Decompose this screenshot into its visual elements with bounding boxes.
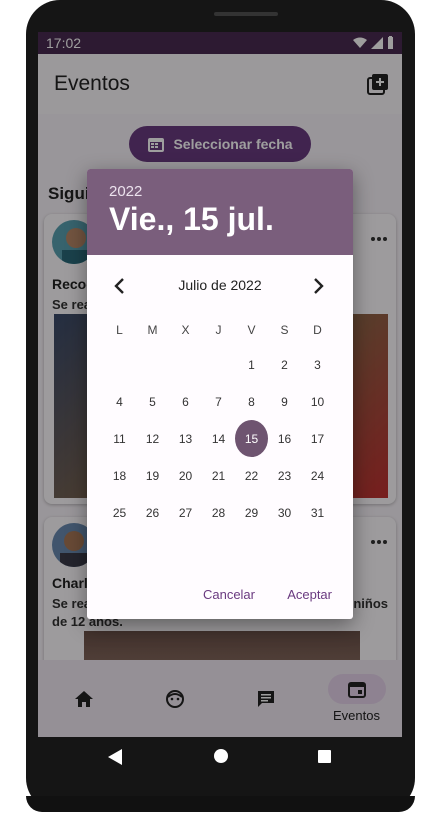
calendar-day-label: 18	[112, 468, 127, 483]
calendar-day-label: 24	[310, 468, 325, 483]
calendar-day[interactable]: 11	[103, 420, 136, 457]
calendar-day[interactable]: 8	[235, 383, 268, 420]
calendar-day[interactable]: 15	[235, 420, 268, 457]
back-icon[interactable]	[108, 749, 122, 765]
calendar-day-label: 7	[215, 394, 222, 409]
calendar-day[interactable]: 24	[301, 457, 334, 494]
weekday-label: J	[215, 323, 222, 337]
weekday-label: D	[313, 323, 322, 337]
weekday-label: L	[116, 323, 123, 337]
calendar-day-label: 3	[314, 357, 321, 372]
system-navigation-bar	[38, 737, 402, 777]
calendar-day-label: 31	[310, 505, 325, 520]
calendar-day-label: 22	[244, 468, 259, 483]
calendar-day-label: 26	[145, 505, 160, 520]
calendar-day-label: 17	[310, 431, 325, 446]
calendar-day-label: 2	[281, 357, 288, 372]
calendar-day[interactable]: 16	[268, 420, 301, 457]
calendar-day[interactable]: 9	[268, 383, 301, 420]
calendar-day-label: 25	[112, 505, 127, 520]
calendar-day[interactable]: 2	[268, 346, 301, 383]
calendar-day-label: 19	[145, 468, 160, 483]
phone-bottom-edge	[26, 796, 415, 812]
calendar-day[interactable]: 6	[169, 383, 202, 420]
calendar-day-label: 30	[277, 505, 292, 520]
calendar-day[interactable]: 30	[268, 494, 301, 531]
calendar-day[interactable]: 25	[103, 494, 136, 531]
dialog-actions: Cancelar Aceptar	[87, 583, 353, 609]
calendar-day-label: 6	[182, 394, 189, 409]
calendar-day-label: 5	[149, 394, 156, 409]
calendar-day[interactable]: 23	[268, 457, 301, 494]
weekday-label: V	[247, 323, 256, 337]
calendar-day-label: 1	[248, 357, 255, 372]
year-label[interactable]: 2022	[109, 183, 142, 200]
calendar-week: 4 5 6 7 8 9 10	[103, 383, 334, 420]
calendar-day[interactable]: 29	[235, 494, 268, 531]
weekday-label: S	[280, 323, 289, 337]
calendar-empty-cell	[202, 346, 235, 383]
calendar-day-label: 28	[211, 505, 226, 520]
chevron-right-icon[interactable]	[307, 275, 329, 297]
calendar-day[interactable]: 4	[103, 383, 136, 420]
date-picker-header: 2022 Vie., 15 jul.	[87, 169, 353, 255]
calendar-day[interactable]: 7	[202, 383, 235, 420]
calendar-day[interactable]: 10	[301, 383, 334, 420]
calendar-day-label: 15	[235, 420, 268, 457]
calendar-day[interactable]: 12	[136, 420, 169, 457]
calendar-day[interactable]: 18	[103, 457, 136, 494]
weekday-label: M	[147, 323, 158, 337]
calendar-week: 1 2 3	[103, 346, 334, 383]
month-navigation: Julio de 2022	[87, 273, 353, 299]
calendar-day[interactable]: 3	[301, 346, 334, 383]
weekday-label: X	[181, 323, 190, 337]
calendar-day[interactable]: 14	[202, 420, 235, 457]
calendar-day[interactable]: 5	[136, 383, 169, 420]
home-button[interactable]	[214, 749, 228, 763]
calendar-empty-cell	[103, 346, 136, 383]
calendar-week: 18 19 20 21 22 23 24	[103, 457, 334, 494]
calendar-day[interactable]: 17	[301, 420, 334, 457]
calendar-day-label: 9	[281, 394, 288, 409]
calendar-week: 11 12 13 14 15 16 17	[103, 420, 334, 457]
calendar-day[interactable]: 19	[136, 457, 169, 494]
calendar-day-label: 4	[116, 394, 123, 409]
calendar-day-label: 20	[178, 468, 193, 483]
calendar-day-label: 13	[178, 431, 193, 446]
calendar-day[interactable]: 20	[169, 457, 202, 494]
calendar-day-label: 14	[211, 431, 226, 446]
calendar-day[interactable]: 31	[301, 494, 334, 531]
recent-apps-button[interactable]	[318, 750, 331, 763]
calendar-day[interactable]: 28	[202, 494, 235, 531]
calendar-week: 25 26 27 28 29 30 31	[103, 494, 334, 531]
speaker-slot	[214, 12, 278, 16]
calendar-empty-cell	[169, 346, 202, 383]
calendar-day-label: 21	[211, 468, 226, 483]
calendar-day[interactable]: 21	[202, 457, 235, 494]
selected-date-label: Vie., 15 jul.	[109, 201, 274, 237]
weekday-header: L M X J V S D	[103, 323, 334, 337]
calendar-day[interactable]: 22	[235, 457, 268, 494]
calendar-day[interactable]: 27	[169, 494, 202, 531]
calendar-day-label: 23	[277, 468, 292, 483]
accept-button[interactable]: Aceptar	[287, 587, 332, 602]
date-picker-dialog: 2022 Vie., 15 jul. Julio de 2022 L M X J…	[87, 169, 353, 619]
calendar-day-label: 27	[178, 505, 193, 520]
calendar-day-label: 16	[277, 431, 292, 446]
calendar-day[interactable]: 26	[136, 494, 169, 531]
calendar-empty-cell	[136, 346, 169, 383]
calendar-day[interactable]: 1	[235, 346, 268, 383]
calendar-day-label: 29	[244, 505, 259, 520]
calendar-day[interactable]: 13	[169, 420, 202, 457]
calendar-day-label: 8	[248, 394, 255, 409]
calendar-day-label: 11	[113, 431, 126, 446]
calendar-day-label: 12	[145, 431, 160, 446]
calendar-day-label: 10	[310, 394, 325, 409]
cancel-button[interactable]: Cancelar	[203, 587, 255, 602]
screen: 17:02 Eventos Seleccionar fecha Sigui Re…	[38, 32, 402, 737]
